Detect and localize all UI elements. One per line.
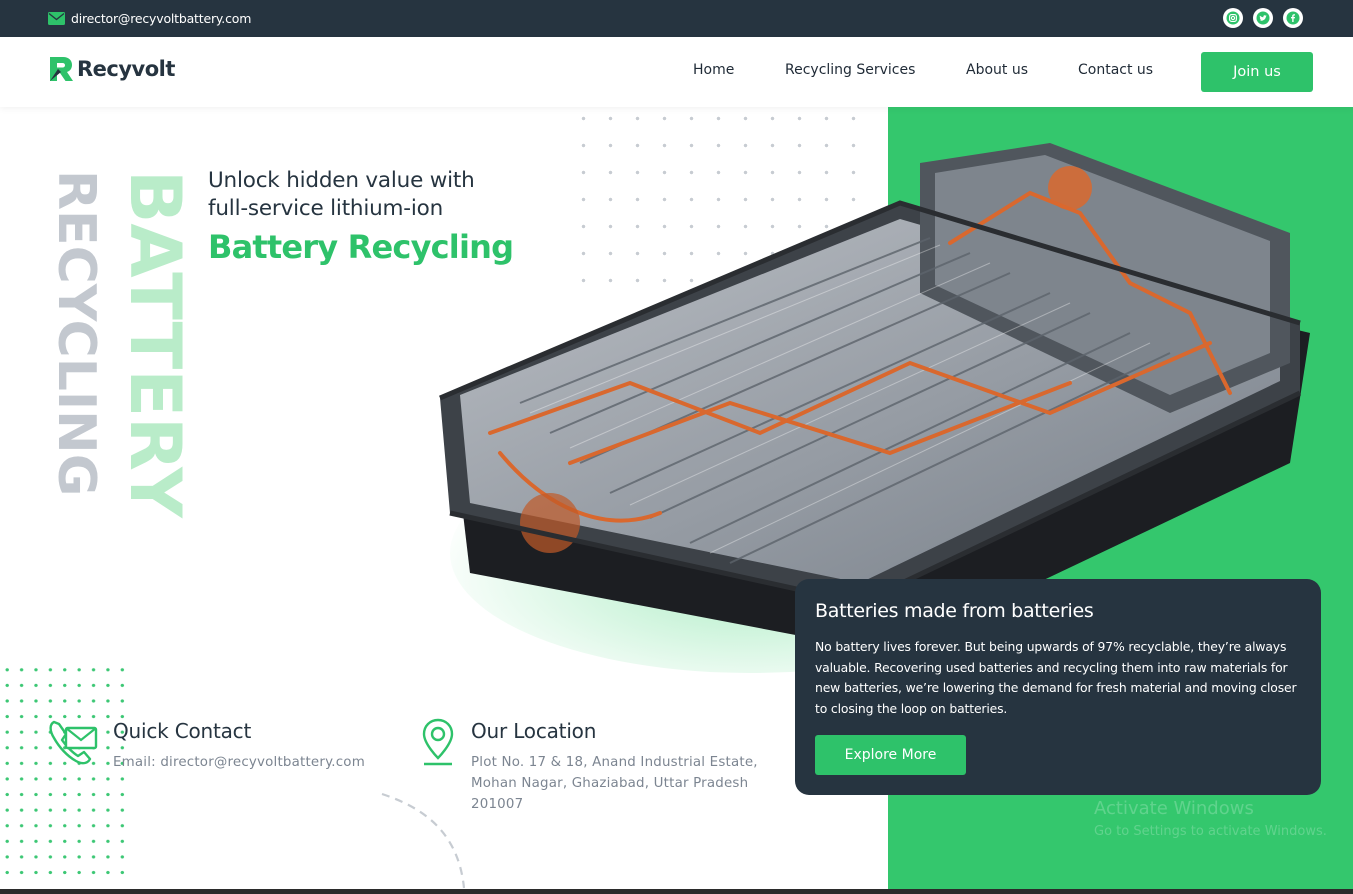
activate-windows-title: Activate Windows: [1094, 798, 1254, 819]
card-title: Batteries made from batteries: [815, 600, 1094, 622]
phone-mail-icon: [49, 720, 98, 765]
location-address-line3: 201007: [471, 797, 524, 812]
decorative-green-dot-grid: [0, 662, 128, 884]
twitter-icon[interactable]: [1253, 8, 1273, 28]
join-us-button[interactable]: Join us: [1201, 52, 1313, 92]
brand-name: Recyvolt: [77, 57, 175, 81]
brand-logo[interactable]: Recyvolt: [48, 55, 175, 83]
nav-recycling-services[interactable]: Recycling Services: [785, 62, 915, 78]
vertical-battery-text: BATTERY: [114, 170, 196, 518]
facebook-icon[interactable]: [1283, 8, 1303, 28]
vertical-recycling-text: RECYCLING: [46, 170, 106, 497]
top-bar: director@recyvoltbattery.com: [0, 0, 1353, 37]
activate-windows-subtitle: Go to Settings to activate Windows.: [1094, 824, 1327, 839]
nav-home[interactable]: Home: [693, 62, 734, 78]
main-navbar: Recyvolt Home Recycling Services About u…: [0, 37, 1353, 107]
recyvolt-logo-icon: [50, 57, 73, 81]
bottom-strip: [0, 889, 1353, 894]
location-address-line1: Plot No. 17 & 18, Anand Industrial Estat…: [471, 755, 758, 770]
card-body: No battery lives forever. But being upwa…: [815, 639, 1297, 716]
quick-contact-title: Quick Contact: [113, 719, 252, 743]
nav-about-us[interactable]: About us: [966, 62, 1028, 78]
explore-more-button[interactable]: Explore More: [815, 735, 966, 775]
quick-contact-email[interactable]: Email: director@recyvoltbattery.com: [113, 752, 365, 773]
info-card: Batteries made from batteries No battery…: [795, 579, 1321, 795]
our-location-title: Our Location: [471, 719, 597, 743]
location-pin-icon: [422, 718, 454, 766]
hero-headline-line2: full-service lithium-ion: [208, 196, 444, 221]
instagram-icon[interactable]: [1223, 8, 1243, 28]
decorative-dashed-curve: [381, 792, 466, 889]
mail-icon: [48, 12, 65, 25]
nav-contact-us[interactable]: Contact us: [1078, 62, 1153, 78]
topbar-email[interactable]: director@recyvoltbattery.com: [71, 11, 251, 26]
location-address-line2: Mohan Nagar, Ghaziabad, Uttar Pradesh: [471, 776, 749, 791]
